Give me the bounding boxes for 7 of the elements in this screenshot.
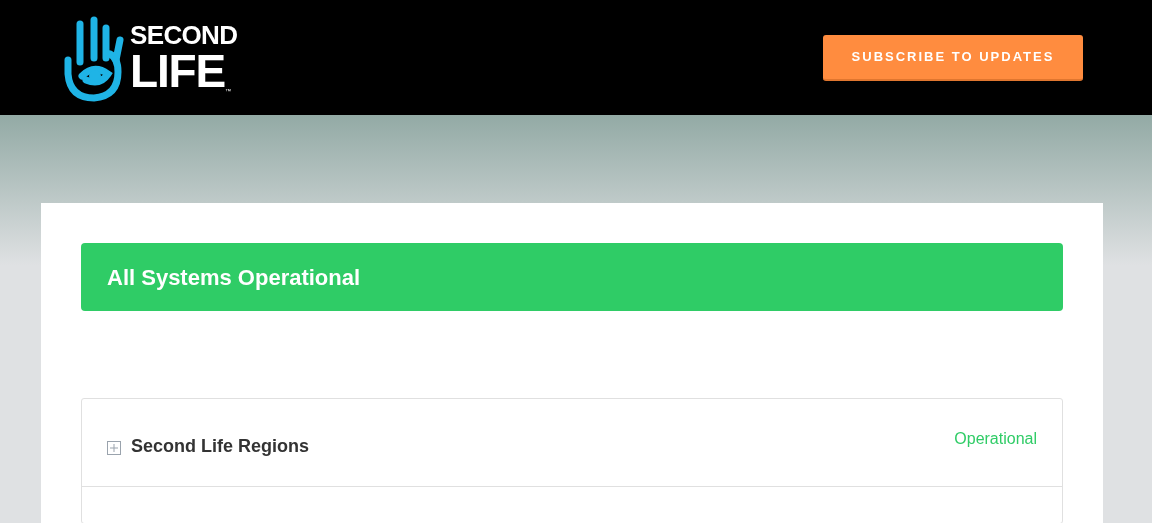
logo-text: SECOND [130,21,238,48]
logo-text: LIFE [130,47,226,94]
status-banner: All Systems Operational [81,243,1063,311]
subscribe-button[interactable]: SUBSCRIBE TO UPDATES [823,34,1083,81]
component-name: Second Life Regions [131,435,310,458]
component-status: Operational [954,429,1037,449]
expand-icon[interactable] [107,440,121,455]
